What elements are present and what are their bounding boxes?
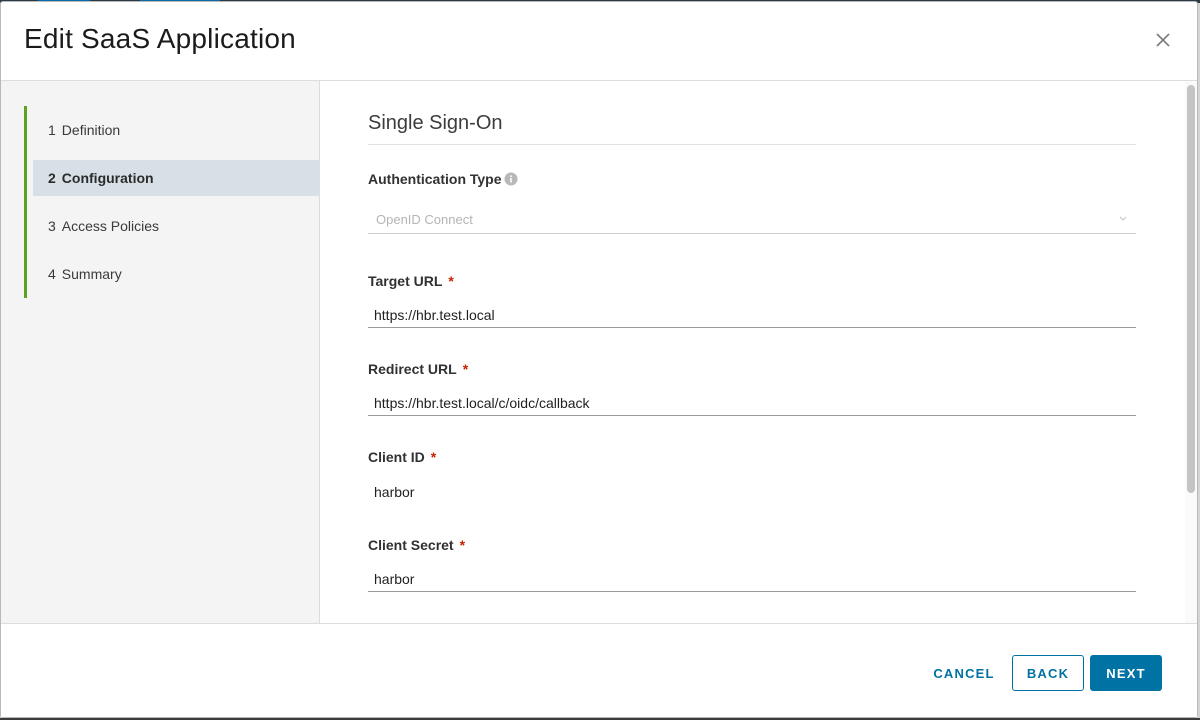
required-marker: * [448, 273, 454, 289]
wizard-steps-sidebar: 1 Definition 2 Configuration 3 Access Po… [1, 81, 320, 623]
redirect-url-label-text: Redirect URL [368, 361, 457, 377]
chevron-down-icon [1119, 216, 1127, 221]
client-id-value: harbor [374, 484, 415, 500]
auth-type-select[interactable]: OpenID Connect [368, 206, 1136, 234]
step-number: 3 [48, 218, 56, 234]
section-divider [368, 144, 1136, 145]
step-label: Definition [61, 122, 121, 138]
target-url-value: https://hbr.test.local [374, 306, 495, 323]
step-number: 1 [48, 122, 56, 138]
target-url-input[interactable]: https://hbr.test.local [368, 302, 1136, 328]
redirect-url-label: Redirect URL * [368, 361, 468, 377]
step-number: 2 [48, 170, 56, 186]
redirect-url-input[interactable]: https://hbr.test.local/c/oidc/callback [368, 390, 1136, 416]
client-secret-value: harbor [374, 570, 415, 587]
auth-type-label-text: Authentication Type [368, 171, 502, 187]
required-marker: * [462, 361, 469, 377]
target-url-label-text: Target URL [368, 273, 443, 289]
client-secret-label: Client Secret * [368, 537, 465, 553]
step-label: Configuration [61, 170, 154, 186]
info-icon[interactable] [504, 172, 518, 186]
back-button[interactable]: BACK [1012, 655, 1084, 691]
modal-footer: CANCEL BACK NEXT [1, 623, 1197, 717]
step-number: 4 [48, 266, 56, 282]
configuration-form: Single Sign-On Authentication Type OpenI… [320, 81, 1185, 623]
required-marker: * [430, 449, 437, 465]
modal-title: Edit SaaS Application [24, 23, 296, 54]
step-definition[interactable]: 1 Definition [33, 112, 320, 148]
close-button[interactable] [1149, 26, 1177, 54]
step-summary[interactable]: 4 Summary [33, 256, 320, 292]
target-url-label: Target URL * [368, 273, 454, 289]
client-id-label-text: Client ID [368, 449, 425, 465]
step-access-policies[interactable]: 3 Access Policies [33, 208, 320, 244]
step-configuration[interactable]: 2 Configuration [33, 160, 320, 196]
cancel-button[interactable]: CANCEL [923, 655, 1005, 691]
step-progress-bar [24, 106, 27, 298]
edit-saas-application-modal: Edit SaaS Application 1 Definition 2 Con… [0, 1, 1198, 718]
auth-type-label: Authentication Type [368, 171, 518, 187]
auth-type-value: OpenID Connect [376, 212, 473, 227]
step-label: Summary [61, 266, 122, 282]
modal-header: Edit SaaS Application [1, 2, 1197, 81]
step-label: Access Policies [61, 218, 160, 234]
client-id-input[interactable]: harbor [368, 479, 1136, 505]
section-title: Single Sign-On [368, 112, 503, 134]
next-button[interactable]: NEXT [1090, 655, 1162, 691]
client-id-label: Client ID * [368, 449, 436, 465]
close-icon [1156, 33, 1170, 47]
client-secret-input[interactable]: harbor [368, 566, 1136, 592]
scrollbar-thumb[interactable] [1187, 85, 1195, 493]
redirect-url-value: https://hbr.test.local/c/oidc/callback [374, 394, 590, 411]
client-secret-label-text: Client Secret [368, 537, 454, 553]
required-marker: * [459, 537, 466, 553]
